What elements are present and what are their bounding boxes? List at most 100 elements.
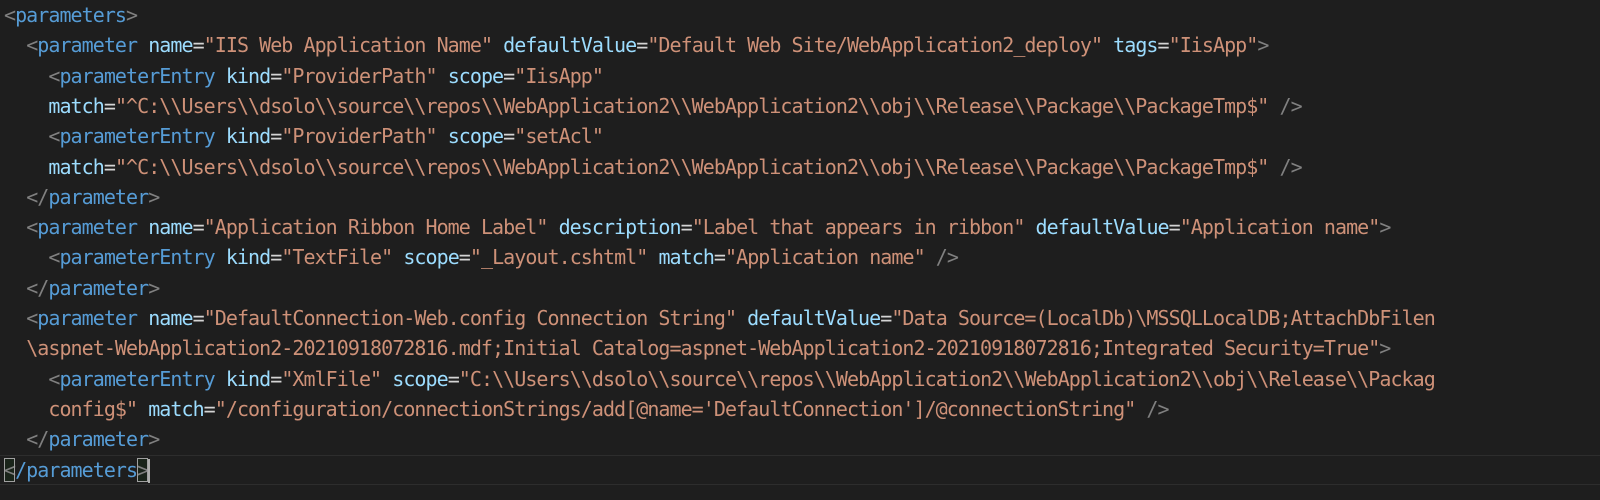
code-text: = bbox=[503, 124, 515, 149]
code-text: = bbox=[270, 63, 282, 88]
xml-attribute-value: "IIS Web Application Name" bbox=[203, 33, 493, 58]
code-line[interactable]: <parameter name="Application Ribbon Home… bbox=[0, 212, 1391, 242]
text-cursor bbox=[148, 459, 151, 483]
xml-attribute-name: scope bbox=[447, 63, 504, 88]
code-line[interactable]: <parameter name="DefaultConnection-Web.c… bbox=[0, 303, 1436, 333]
xml-tag-name: parameterEntry bbox=[59, 366, 215, 391]
code-text: = bbox=[192, 215, 205, 240]
xml-attribute-value: "^C:\\Users\\dsolo\\source\\repos\\WebAp… bbox=[114, 93, 1269, 118]
xml-attribute-name: tags bbox=[1113, 33, 1158, 58]
xml-attribute-name: kind bbox=[225, 124, 271, 149]
code-text: = bbox=[203, 396, 216, 421]
xml-attribute-name: match bbox=[48, 93, 104, 118]
xml-attribute-value: "/configuration/connectionStrings/add[@n… bbox=[214, 396, 1137, 421]
code-line[interactable]: \aspnet-WebApplication2-20210918072816.m… bbox=[0, 333, 1391, 363]
code-line[interactable]: <parameterEntry kind="XmlFile" scope="C:… bbox=[0, 364, 1435, 394]
xml-punctuation: > bbox=[148, 184, 160, 209]
code-editor[interactable]: <parameters> <parameter name="IIS Web Ap… bbox=[0, 0, 1600, 500]
xml-punctuation: /> bbox=[935, 245, 959, 270]
code-line[interactable]: </parameter> bbox=[0, 424, 160, 454]
code-text: = bbox=[1157, 33, 1170, 58]
xml-attribute-name: match bbox=[148, 396, 204, 421]
xml-tag-name: parameters bbox=[15, 3, 127, 27]
code-line[interactable]: <parameters> bbox=[0, 0, 138, 30]
matched-bracket: > bbox=[137, 457, 149, 482]
xml-punctuation: > bbox=[1257, 33, 1269, 58]
xml-tag-name: parameter bbox=[48, 275, 149, 300]
xml-punctuation: < bbox=[48, 63, 60, 88]
xml-attribute-value: "DefaultConnection-Web.config Connection… bbox=[203, 306, 737, 330]
code-text: = bbox=[270, 124, 282, 149]
code-text: = bbox=[270, 245, 282, 270]
code-line[interactable]: config$" match="/configuration/connectio… bbox=[0, 394, 1169, 424]
xml-attribute-value: config$" bbox=[48, 396, 138, 421]
xml-attribute-value: \aspnet-WebApplication2-20210918072816.m… bbox=[26, 336, 1380, 361]
code-text: = bbox=[192, 306, 205, 330]
code-line[interactable]: <parameterEntry kind="ProviderPath" scop… bbox=[0, 61, 604, 91]
xml-attribute-value: "XmlFile" bbox=[281, 366, 382, 391]
xml-punctuation: < bbox=[48, 245, 60, 270]
xml-punctuation: > bbox=[126, 3, 138, 27]
xml-attribute-name: match bbox=[658, 245, 714, 270]
xml-attribute-value: "IisApp" bbox=[514, 63, 604, 88]
xml-attribute-name: scope bbox=[392, 366, 448, 391]
xml-tag-name: parameterEntry bbox=[59, 245, 215, 270]
code-line[interactable]: <parameter name = "IIS Web Application Nam… bbox=[0, 30, 1269, 60]
code-line[interactable]: <parameterEntry kind="ProviderPath" scop… bbox=[0, 121, 604, 151]
code-line[interactable]: </parameter> bbox=[0, 182, 160, 212]
xml-attribute-name: scope bbox=[447, 124, 504, 149]
xml-punctuation: > bbox=[1379, 215, 1391, 240]
code-line[interactable]: </parameter> bbox=[0, 273, 160, 303]
code-line[interactable]: match="^C:\\Users\\dsolo\\source\\repos\… bbox=[0, 152, 1302, 182]
xml-attribute-value: "^C:\\Users\\dsolo\\source\\repos\\WebAp… bbox=[114, 154, 1269, 179]
xml-attribute-value: "Default Web Site/WebApplication2_deploy… bbox=[647, 33, 1103, 58]
xml-tag-name: parameterEntry bbox=[59, 124, 215, 149]
code-line[interactable]: match="^C:\\Users\\dsolo\\source\\repos\… bbox=[0, 91, 1302, 121]
xml-punctuation: < bbox=[26, 33, 38, 58]
code-text: = bbox=[270, 366, 282, 391]
xml-tag-name: parameter bbox=[37, 215, 138, 240]
code-text: = bbox=[636, 33, 648, 58]
code-line[interactable]: </parameters> bbox=[0, 455, 1600, 485]
code-text: = bbox=[713, 245, 726, 270]
xml-attribute-name: name bbox=[148, 215, 193, 240]
xml-punctuation: > bbox=[1379, 336, 1391, 361]
code-text: = bbox=[103, 93, 116, 118]
xml-attribute-name: scope bbox=[403, 245, 459, 270]
xml-punctuation: < bbox=[48, 366, 60, 391]
xml-punctuation: > bbox=[148, 275, 160, 300]
xml-attribute-name: name bbox=[148, 33, 193, 58]
code-text: = bbox=[458, 245, 471, 270]
code-line[interactable]: <parameterEntry kind="TextFile" scope="_… bbox=[0, 242, 959, 272]
xml-punctuation: </ bbox=[26, 184, 49, 209]
xml-attribute-value: "C:\\Users\\dsolo\\source\\repos\\WebApp… bbox=[458, 366, 1436, 391]
xml-tag-name: parameter bbox=[37, 33, 138, 58]
